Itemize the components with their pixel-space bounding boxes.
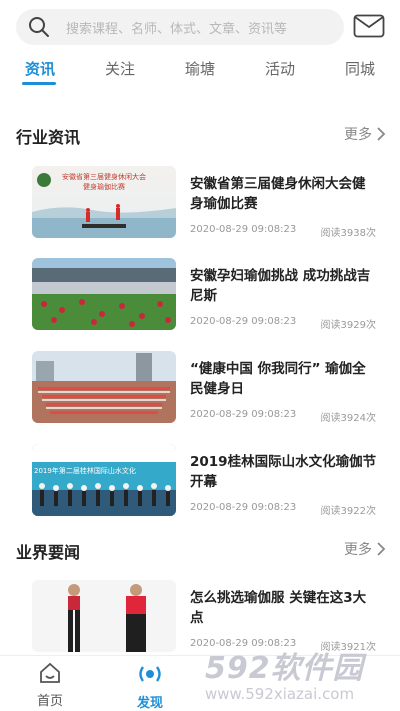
news-read-count: 阅读3938次 bbox=[320, 228, 376, 239]
search-placeholder[interactable]: 搜索课程、名师、体式、文章、资讯等 bbox=[66, 18, 287, 37]
search-bar[interactable]: 搜索课程、名师、体式、文章、资讯等 bbox=[16, 9, 344, 45]
news-item[interactable]: 安徽孕妇瑜伽挑战 成功挑战吉尼斯 2020-08-29 09:08:23 阅读3… bbox=[32, 258, 378, 334]
discover-icon bbox=[139, 666, 161, 682]
chevron-right-icon bbox=[377, 542, 386, 556]
thumbnail-caption: 2019年第二届桂林国际山水文化 bbox=[34, 467, 136, 475]
nav-discover[interactable]: 发现 bbox=[120, 662, 180, 711]
news-date: 2020-08-29 09:08:23 bbox=[190, 316, 297, 327]
watermark: 592软件园 www.592xiazai.com bbox=[197, 637, 400, 711]
news-thumbnail bbox=[32, 351, 176, 423]
news-date: 2020-08-29 09:08:23 bbox=[190, 502, 297, 513]
tab-yutang[interactable]: 瑜塘 bbox=[170, 58, 230, 79]
news-read-count: 阅读3929次 bbox=[320, 320, 376, 331]
watermark-logo: 592软件园 bbox=[205, 651, 364, 686]
nav-home-label: 首页 bbox=[36, 694, 63, 709]
nav-discover-label: 发现 bbox=[136, 696, 163, 711]
tab-follow[interactable]: 关注 bbox=[90, 58, 150, 79]
section-title-industry-news: 行业资讯 bbox=[16, 128, 81, 147]
news-title: “健康中国 你我同行” 瑜伽全民健身日 bbox=[190, 361, 366, 397]
news-item[interactable]: 安徽省第三届健身休闲大会 健身瑜伽比赛 安徽省第三届健身休闲大会健身瑜伽比赛 2… bbox=[32, 166, 378, 242]
more-link-industry-headlines[interactable]: 更多 bbox=[344, 539, 386, 559]
home-icon bbox=[40, 662, 60, 683]
news-item[interactable]: “健康中国 你我同行” 瑜伽全民健身日 2020-08-29 09:08:23 … bbox=[32, 351, 378, 427]
search-icon bbox=[28, 16, 50, 38]
category-tabs: 资讯 关注 瑜塘 活动 同城 bbox=[0, 58, 400, 94]
news-thumbnail bbox=[32, 580, 176, 652]
news-date: 2020-08-29 09:08:23 bbox=[190, 224, 297, 235]
news-title: 2019桂林国际山水文化瑜伽节开幕 bbox=[190, 454, 377, 490]
tab-activities[interactable]: 活动 bbox=[250, 58, 310, 79]
news-read-count: 阅读3922次 bbox=[320, 506, 376, 517]
news-thumbnail: 2019年第二届桂林国际山水文化 bbox=[32, 444, 176, 516]
more-link-industry-news[interactable]: 更多 bbox=[344, 124, 386, 144]
news-date: 2020-08-29 09:08:23 bbox=[190, 409, 297, 420]
thumbnail-caption: 安徽省第三届健身休闲大会 健身瑜伽比赛 bbox=[62, 173, 146, 191]
news-title: 安徽孕妇瑜伽挑战 成功挑战吉尼斯 bbox=[190, 268, 371, 304]
news-item[interactable]: 2019年第二届桂林国际山水文化 2019桂林国际山水文化瑜伽节开幕 2020-… bbox=[32, 444, 378, 520]
more-label: 更多 bbox=[344, 127, 372, 143]
watermark-url: www.592xiazai.com bbox=[205, 685, 355, 703]
news-title: 安徽省第三届健身休闲大会健身瑜伽比赛 bbox=[190, 176, 366, 212]
more-label: 更多 bbox=[344, 542, 372, 558]
mail-icon[interactable] bbox=[353, 14, 385, 38]
chevron-right-icon bbox=[377, 127, 386, 141]
news-thumbnail: 安徽省第三届健身休闲大会 健身瑜伽比赛 bbox=[32, 166, 176, 238]
active-tab-indicator bbox=[22, 82, 56, 85]
tab-news[interactable]: 资讯 bbox=[10, 58, 70, 79]
nav-home[interactable]: 首页 bbox=[20, 662, 80, 709]
news-read-count: 阅读3924次 bbox=[320, 413, 376, 424]
news-title: 怎么挑选瑜伽服 关键在这3大点 bbox=[190, 590, 367, 626]
tab-local[interactable]: 同城 bbox=[330, 58, 390, 79]
news-thumbnail bbox=[32, 258, 176, 330]
section-title-industry-headlines: 业界要闻 bbox=[16, 543, 81, 562]
